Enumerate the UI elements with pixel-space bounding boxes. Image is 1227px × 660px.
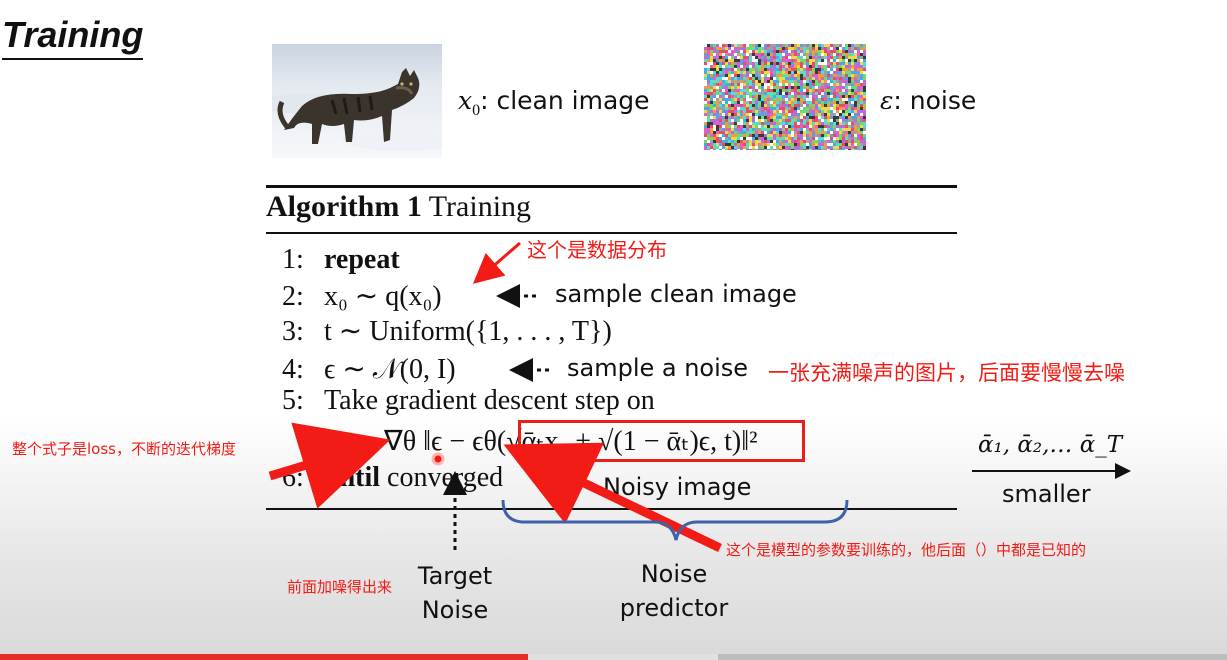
arrow-model-params [503, 442, 722, 553]
annotation-overlay [268, 241, 1131, 553]
noise-predictor-brace [501, 499, 849, 541]
arrow-data-distribution [472, 241, 521, 284]
cursor-dot [431, 452, 445, 466]
arrow-loss [268, 422, 391, 509]
video-progress-fill[interactable] [0, 654, 528, 660]
